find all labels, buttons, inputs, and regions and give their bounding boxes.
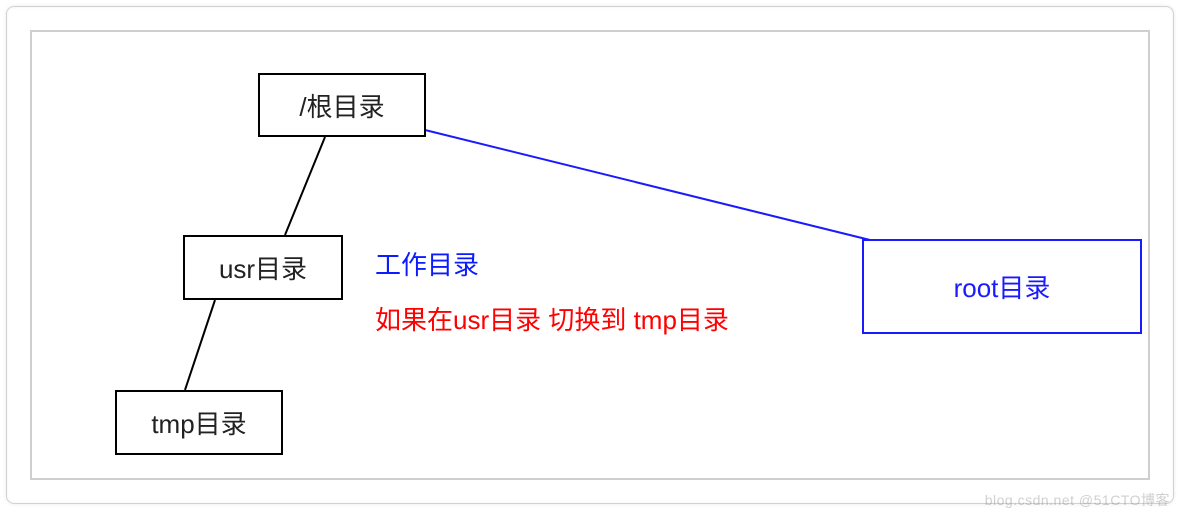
label-working-dir: 工作目录 [375, 245, 479, 282]
node-root-dir-label: root目录 [954, 268, 1051, 305]
label-instruction: 如果在usr目录 切换到 tmp目录 [375, 300, 729, 337]
watermark-text: blog.csdn.net @51CTO博客 [985, 492, 1170, 508]
node-tmp: tmp目录 [115, 390, 283, 455]
node-root: /根目录 [258, 73, 426, 137]
node-root-dir: root目录 [862, 239, 1142, 334]
node-usr-label: usr目录 [219, 249, 307, 286]
watermark: blog.csdn.net @51CTO博客 [985, 490, 1170, 510]
label-working-dir-text: 工作目录 [375, 250, 479, 280]
node-usr: usr目录 [183, 235, 343, 300]
label-instruction-text: 如果在usr目录 切换到 tmp目录 [375, 305, 729, 335]
node-tmp-label: tmp目录 [151, 404, 246, 441]
node-root-label: /根目录 [299, 87, 384, 124]
